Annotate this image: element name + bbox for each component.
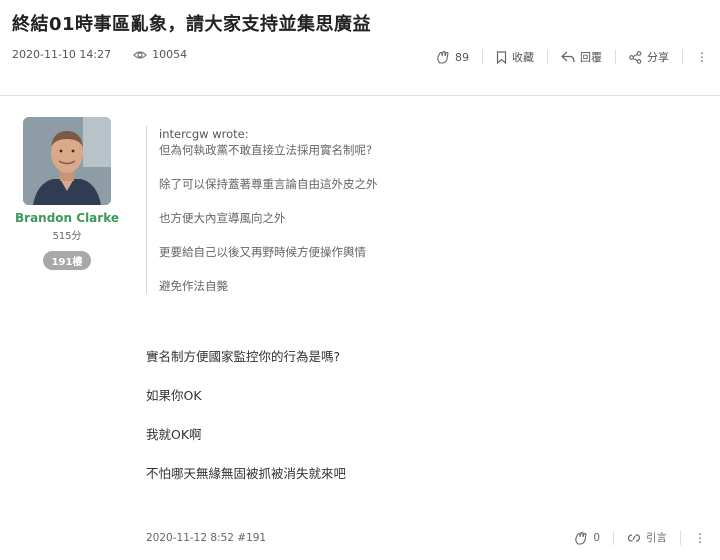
quote-line: 但為何執政黨不敢直接立法採用實名制呢? [159,143,373,157]
reply-label: 回覆 [580,51,602,64]
quote-line: 除了可以保持蓋著尊重言論自由這外皮之外 [159,177,378,191]
avatar-portrait [23,117,111,205]
author-name[interactable]: Brandon Clarke [12,211,122,225]
view-count: 10054 [133,48,187,61]
post-actions: 0 引言 ⋮ [574,530,706,545]
share-button[interactable]: 分享 [629,49,669,65]
thread-meta-bar: 2020-11-10 14:27 10054 89 收藏 回覆 分享 ⋮ [12,44,708,70]
quote-line: 也方便大內宣導風向之外 [159,211,286,225]
avatar[interactable] [23,117,111,205]
bookmark-button[interactable]: 收藏 [496,49,534,65]
clap-icon [575,531,587,545]
reply-button[interactable]: 回覆 [561,49,602,65]
quote-block: intercgw wrote: 但為何執政黨不敢直接立法採用實名制呢? 除了可以… [146,126,599,294]
author-score: 515分 [52,231,82,242]
bookmark-label: 收藏 [512,51,534,64]
post-footer: 2020-11-12 8:52 #191 0 引言 ⋮ [146,530,706,548]
thread-meta: 2020-11-10 14:27 10054 [12,48,187,61]
separator [682,50,683,64]
post-line: 實名制方便國家監控你的行為是嗎? [146,349,341,364]
separator [482,50,483,64]
view-count-value: 10054 [152,48,188,61]
reply-icon [561,51,575,63]
quote-button[interactable]: 引言 [627,530,667,545]
like-button[interactable]: 89 [436,50,469,64]
floor-badge: 191樓 [42,251,92,270]
separator [615,50,616,64]
link-icon [627,533,641,542]
post-body: 實名制方便國家監控你的行為是嗎? 如果你OK 我就OK啊 不怕哪天無緣無固被抓被… [146,348,346,504]
clap-icon [437,50,449,64]
separator [547,50,548,64]
thread-title: 終結01時事區亂象，請大家支持並集思廣益 [12,14,372,35]
post-line: 不怕哪天無緣無固被抓被消失就來吧 [146,466,347,481]
more-menu-button[interactable]: ⋮ [696,51,708,63]
post-line: 我就OK啊 [146,427,202,442]
header-divider [0,95,720,96]
post-line: 如果你OK [146,388,202,403]
quote-line: 更要給自己以後又再野時候方便操作輿情 [159,245,366,259]
author-card: Brandon Clarke 515分 191樓 [15,117,119,270]
like-count: 89 [455,50,469,64]
quote-line: 避免作法自斃 [159,279,228,293]
share-icon [629,50,642,64]
quote-label: 引言 [646,532,667,544]
separator [680,530,681,545]
bookmark-icon [496,50,507,64]
quote-author: intercgw wrote: [159,127,249,141]
post-timestamp: 2020-11-12 8:52 #191 [146,532,267,544]
post-more-button[interactable]: ⋮ [694,532,706,544]
post-like-count: 0 [593,531,600,544]
post-like-button[interactable]: 0 [574,531,600,545]
share-label: 分享 [647,51,669,64]
separator [613,530,614,545]
eye-icon [133,50,147,59]
posted-date: 2020-11-10 14:27 [12,48,112,61]
thread-actions: 89 收藏 回覆 分享 ⋮ [436,44,708,70]
